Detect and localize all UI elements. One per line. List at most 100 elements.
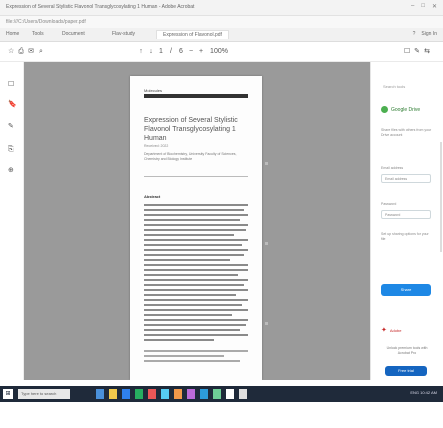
side-scrollbar[interactable] — [440, 142, 442, 252]
taskbar-app-icon[interactable] — [161, 389, 169, 399]
left-rail: ☐ 🔖 ✎ ⎘ ⊕ — [0, 62, 24, 380]
taskbar-app-icon[interactable] — [187, 389, 195, 399]
window-controls: – □ ✕ — [411, 3, 437, 10]
taskbar-app-icon[interactable] — [213, 389, 221, 399]
text-line — [144, 294, 236, 296]
text-line — [144, 334, 248, 336]
tab-flav-study[interactable]: Flav-study — [112, 31, 135, 37]
taskbar: ⊞ Type here to search ENG 10:42 AM — [0, 380, 443, 428]
minimize-button[interactable]: – — [411, 3, 414, 10]
print-icon[interactable]: ⎙ — [18, 48, 24, 56]
journal-bar — [144, 94, 248, 98]
document-viewer[interactable]: Molecules Expression of Several Stylisti… — [24, 62, 370, 380]
taskbar-app-icon[interactable] — [174, 389, 182, 399]
help-icon[interactable]: ? — [413, 31, 416, 37]
taskbar-search[interactable]: Type here to search — [18, 389, 70, 399]
start-button[interactable]: ⊞ — [3, 389, 13, 399]
tab-home[interactable]: Home — [6, 31, 19, 37]
taskbar-app-icon[interactable] — [109, 389, 117, 399]
email-field[interactable]: Email address — [381, 174, 431, 183]
text-line — [144, 289, 248, 291]
window-titlebar: Expression of Several Stylistic Flavonol… — [0, 0, 443, 16]
bookmarks-icon[interactable]: 🔖 — [8, 100, 17, 108]
pdf-page: Molecules Expression of Several Stylisti… — [130, 76, 262, 380]
tab-tools[interactable]: Tools — [32, 31, 44, 37]
reference-line — [144, 350, 248, 352]
text-line — [144, 239, 248, 241]
zoom-in-icon[interactable]: + — [198, 48, 204, 56]
field-label-email: Email address — [381, 166, 404, 170]
bookmark-icon[interactable]: ☆ — [8, 48, 14, 56]
taskbar-app-icon[interactable] — [96, 389, 104, 399]
paper-title: Expression of Several Stylistic Flavonol… — [144, 117, 238, 142]
divider — [144, 176, 248, 177]
password-field[interactable]: Password — [381, 210, 431, 219]
brand-logo: ✦ Adobe — [381, 326, 401, 334]
email-icon[interactable]: ✉ — [28, 48, 34, 56]
drive-icon — [381, 106, 388, 113]
side-panel: Search tools Google Drive Share files wi… — [370, 62, 443, 380]
drive-label: Google Drive — [391, 106, 421, 113]
toolbar-right-group: ☐ ✎ ⇆ — [404, 48, 430, 56]
scroll-marker — [265, 242, 268, 245]
brand-label: Adobe — [389, 327, 402, 333]
paper-affiliation: Department of Biochemistry, University F… — [144, 152, 237, 161]
share-button[interactable]: Share — [381, 284, 431, 296]
abstract-label: Abstract — [144, 194, 161, 199]
taskbar-app-icon[interactable] — [135, 389, 143, 399]
url-text: file:///C:/Users/Downloads/paper.pdf — [6, 19, 86, 25]
journal-label: Molecules — [144, 88, 163, 93]
sign-in-link[interactable]: Sign In — [421, 31, 437, 37]
side-note: Share files with others from your Drive … — [381, 128, 432, 137]
taskbar-strip: ⊞ Type here to search ENG 10:42 AM — [0, 386, 443, 402]
text-line — [144, 269, 248, 271]
field-label-password: Password — [381, 202, 397, 206]
text-line — [144, 324, 246, 326]
side-panel-search[interactable]: Search tools — [383, 84, 405, 89]
taskbar-app-icon[interactable] — [239, 389, 247, 399]
close-button[interactable]: ✕ — [432, 3, 437, 10]
search-icon[interactable]: ⌕ — [38, 48, 44, 56]
text-line — [144, 209, 244, 211]
paper-date: Received: 2022 — [144, 144, 169, 148]
text-line — [144, 319, 248, 321]
share-icon[interactable]: ⇆ — [424, 48, 430, 56]
page-separator: / — [170, 48, 172, 55]
text-line — [144, 234, 234, 236]
layers-icon[interactable]: ⊕ — [8, 166, 14, 174]
annotate-icon[interactable]: ✎ — [8, 122, 14, 130]
promo-message: Unlock premium tools with Acrobat Pro — [386, 346, 428, 355]
attachments-icon[interactable]: ⎘ — [8, 146, 14, 154]
text-line — [144, 259, 230, 261]
zoom-level[interactable]: 100% — [208, 48, 230, 56]
page-number-field[interactable]: 1 — [158, 48, 164, 56]
text-line — [144, 224, 248, 226]
thumbnails-icon[interactable]: ☐ — [8, 80, 14, 88]
taskbar-app-icon[interactable] — [122, 389, 130, 399]
taskbar-app-icon[interactable] — [200, 389, 208, 399]
text-line — [144, 244, 242, 246]
system-tray: ENG 10:42 AM — [410, 390, 437, 395]
taskbar-app-icon[interactable] — [148, 389, 156, 399]
scroll-marker — [265, 322, 268, 325]
text-line — [144, 329, 240, 331]
edit-icon[interactable]: ✎ — [414, 48, 420, 56]
window-title: Expression of Several Stylistic Flavonol… — [6, 4, 195, 10]
next-page-icon[interactable]: ↓ — [148, 48, 154, 56]
prev-page-icon[interactable]: ↑ — [138, 48, 144, 56]
tab-active-pdf[interactable]: Expression of Flavonol.pdf — [156, 30, 229, 39]
url-bar[interactable]: file:///C:/Users/Downloads/paper.pdf — [0, 16, 443, 28]
text-line — [144, 214, 248, 216]
text-line — [144, 254, 244, 256]
text-line — [144, 219, 240, 221]
free-trial-button[interactable]: Free trial — [385, 366, 427, 376]
toolbar-left-group: ☆ ⎙ ✉ ⌕ — [8, 48, 44, 56]
tab-document[interactable]: Document — [62, 31, 85, 37]
text-line — [144, 229, 246, 231]
main-toolbar: ☆ ⎙ ✉ ⌕ ↑ ↓ 1 / 6 − + 100% ☐ ✎ ⇆ — [0, 42, 443, 62]
text-line — [144, 299, 248, 301]
zoom-out-icon[interactable]: − — [188, 48, 194, 56]
comment-icon[interactable]: ☐ — [404, 48, 410, 56]
taskbar-app-icon[interactable] — [226, 389, 234, 399]
maximize-button[interactable]: □ — [421, 3, 425, 10]
